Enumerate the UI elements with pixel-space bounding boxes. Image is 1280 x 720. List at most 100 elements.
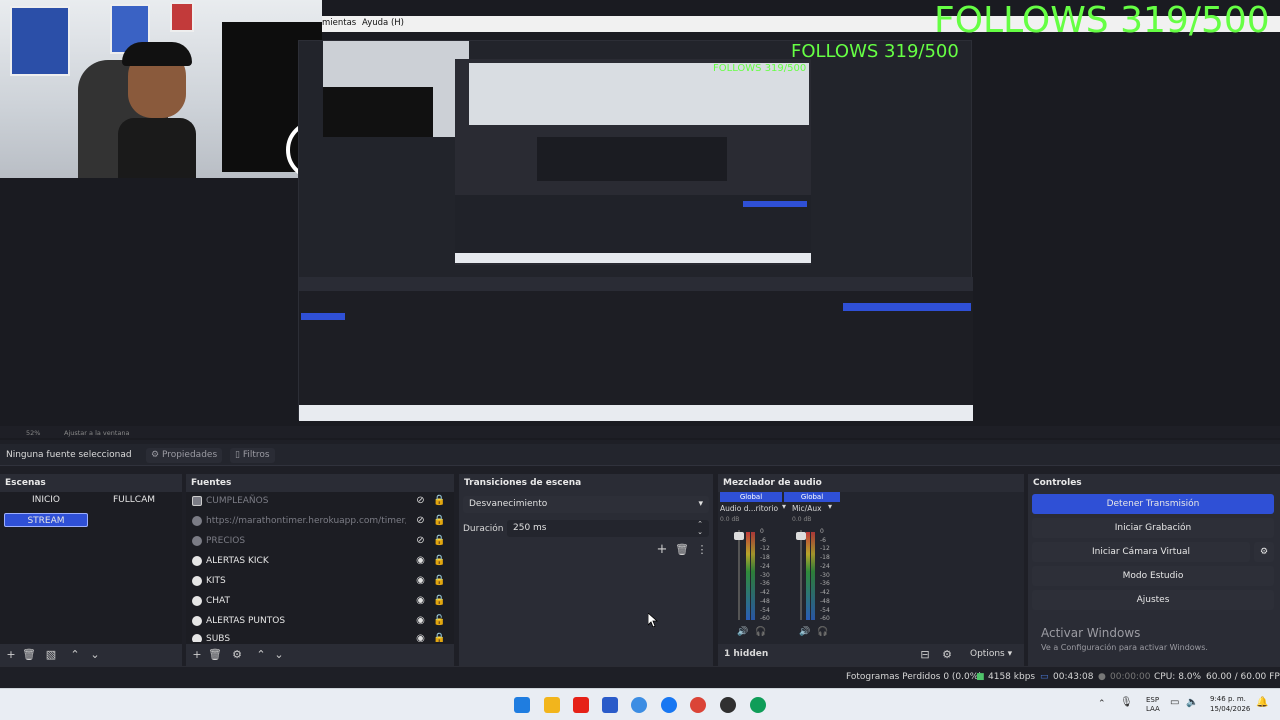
windows-start-icon[interactable]: [514, 697, 530, 713]
edge-icon[interactable]: [631, 697, 647, 713]
add-icon[interactable]: +: [190, 648, 204, 662]
channel-name: Mic/Aux: [792, 504, 822, 513]
down-icon[interactable]: ⌄: [272, 648, 286, 662]
meter-tick: -60: [820, 615, 830, 623]
filters-button[interactable]: ▯ Filtros: [230, 448, 275, 463]
source-chat[interactable]: CHAT ◉ 🔒: [190, 592, 448, 610]
add-transition-icon[interactable]: +: [655, 543, 669, 557]
volume-slider[interactable]: [738, 530, 740, 620]
source-precios[interactable]: PRECIOS ⊘ 🔒: [190, 532, 448, 550]
scene-inicio[interactable]: INICIO: [4, 493, 88, 507]
up-icon[interactable]: ⌃: [254, 648, 268, 662]
filter-scene-icon[interactable]: ▧: [44, 648, 58, 662]
meter-tick: -36: [760, 580, 770, 588]
lang-code[interactable]: ESP: [1146, 696, 1159, 704]
scene-fullcam[interactable]: FULLCAM: [92, 493, 176, 507]
mic-icon[interactable]: 🎙: [1120, 697, 1133, 708]
zoom-level[interactable]: 52%: [26, 429, 40, 437]
clock-time[interactable]: 9:46 p. m.: [1210, 695, 1246, 703]
trash-icon[interactable]: 🗑: [675, 543, 689, 557]
chrome-profile-icon[interactable]: [750, 697, 766, 713]
preview-canvas[interactable]: mientas Ayuda (H) FOLLOWS 319/500 FOLLOW…: [0, 0, 1280, 440]
source-timer[interactable]: https://marathontimer.herokuapp.com/time…: [190, 512, 448, 530]
duration-label: Duración: [463, 524, 504, 534]
meter-tick: -48: [820, 597, 830, 605]
trash-icon[interactable]: 🗑: [22, 648, 36, 662]
volume-slider[interactable]: [800, 530, 802, 620]
volume-handle[interactable]: [734, 532, 744, 540]
notification-icon[interactable]: 🔔: [1256, 697, 1268, 708]
obs-icon[interactable]: [720, 697, 736, 713]
channel-menu-icon[interactable]: ▾: [828, 502, 832, 511]
headphones-icon[interactable]: 🎧: [754, 625, 768, 639]
lock-icon[interactable]: 🔒: [433, 633, 445, 642]
properties-button[interactable]: ⚙ Propiedades: [146, 448, 223, 463]
mouse-cursor: [647, 612, 659, 628]
gear-icon[interactable]: ⚙: [230, 648, 244, 662]
source-alertas-kick[interactable]: ALERTAS KICK ◉ 🔒: [190, 552, 448, 570]
eye-hidden-icon[interactable]: ⊘: [415, 495, 426, 506]
speaker-icon[interactable]: 🔊: [798, 625, 812, 639]
eye-icon[interactable]: ◉: [415, 595, 426, 606]
scene-stream[interactable]: STREAM: [4, 513, 88, 527]
fit-window[interactable]: Ajustar a la ventana: [64, 429, 130, 437]
lock-icon[interactable]: 🔒: [433, 595, 445, 606]
add-icon[interactable]: +: [4, 648, 18, 662]
youtube-icon[interactable]: [573, 697, 589, 713]
eye-icon[interactable]: ◉: [415, 575, 426, 586]
clock-date[interactable]: 15/04/2026: [1210, 705, 1250, 713]
volume-handle[interactable]: [796, 532, 806, 540]
lock-icon[interactable]: 🔒: [433, 535, 445, 546]
source-subs[interactable]: SUBS ◉ 🔒: [190, 630, 448, 642]
menu-tools[interactable]: mientas: [322, 18, 356, 28]
options-label: Options: [970, 649, 1005, 659]
mixer-channel-desktop: Global Audio d...ritorio 0.0 dB 0 -6 -12 -1…: [720, 492, 782, 642]
stop-stream-button[interactable]: Detener Transmisión: [1032, 494, 1274, 514]
speaker-icon[interactable]: 🔊: [736, 625, 750, 639]
eye-icon[interactable]: ◉: [415, 633, 426, 642]
chrome-icon[interactable]: [690, 697, 706, 713]
vcam-settings-icon[interactable]: ⚙: [1254, 542, 1274, 562]
down-icon[interactable]: ⌄: [88, 648, 102, 662]
file-explorer-icon[interactable]: [544, 697, 560, 713]
source-label: ALERTAS PUNTOS: [206, 616, 286, 626]
store-icon[interactable]: [602, 697, 618, 713]
up-icon[interactable]: ⌃: [68, 648, 82, 662]
source-cumpleanos[interactable]: CUMPLEAÑOS ⊘ 🔒: [190, 492, 448, 510]
source-kits[interactable]: KITS ◉ 🔒: [190, 572, 448, 590]
duration-spinbox[interactable]: 250 ms ⌃ ⌄: [507, 520, 709, 537]
more-icon[interactable]: ⋮: [695, 543, 709, 557]
lang-region[interactable]: LAA: [1146, 705, 1160, 713]
spin-arrows-icon[interactable]: ⌃ ⌄: [697, 520, 703, 536]
chevron-up-icon[interactable]: ⌃: [1098, 699, 1106, 709]
transition-select[interactable]: Desvanecimiento ▾: [463, 496, 709, 513]
unlock-icon[interactable]: 🔓: [433, 615, 445, 626]
layout-icon[interactable]: ⊟: [918, 648, 932, 662]
settings-button[interactable]: Ajustes: [1032, 590, 1274, 610]
eye-hidden-icon[interactable]: ⊘: [415, 515, 426, 526]
lock-icon[interactable]: 🔒: [433, 555, 445, 566]
headphones-icon[interactable]: 🎧: [816, 625, 830, 639]
menu-help[interactable]: Ayuda (H): [362, 18, 404, 28]
lock-icon[interactable]: 🔒: [433, 575, 445, 586]
hidden-count[interactable]: 1 hidden: [724, 649, 768, 659]
meter-tick: -18: [760, 554, 770, 562]
facebook-icon[interactable]: [661, 697, 677, 713]
duration-value: 250 ms: [513, 523, 547, 533]
advanced-audio-icon[interactable]: ⚙: [940, 648, 954, 662]
eye-icon[interactable]: ◉: [415, 615, 426, 626]
lock-icon[interactable]: 🔒: [433, 515, 445, 526]
properties-bar: Ninguna fuente seleccionad ⚙ Propiedades…: [0, 444, 1280, 466]
eye-icon[interactable]: ◉: [415, 555, 426, 566]
trash-icon[interactable]: 🗑: [208, 648, 222, 662]
global-badge: Global: [784, 492, 840, 502]
source-alertas-puntos[interactable]: ALERTAS PUNTOS ◉ 🔓: [190, 612, 448, 630]
start-record-button[interactable]: Iniciar Grabación: [1032, 518, 1274, 538]
volume-icon[interactable]: 🔈: [1186, 697, 1198, 708]
options-button[interactable]: Options ▾: [970, 649, 1012, 659]
studio-mode-button[interactable]: Modo Estudio: [1032, 566, 1274, 586]
eye-hidden-icon[interactable]: ⊘: [415, 535, 426, 546]
virtual-cam-button[interactable]: Iniciar Cámara Virtual: [1032, 542, 1250, 562]
network-icon[interactable]: ▭: [1170, 697, 1179, 708]
lock-icon[interactable]: 🔒: [433, 495, 445, 506]
